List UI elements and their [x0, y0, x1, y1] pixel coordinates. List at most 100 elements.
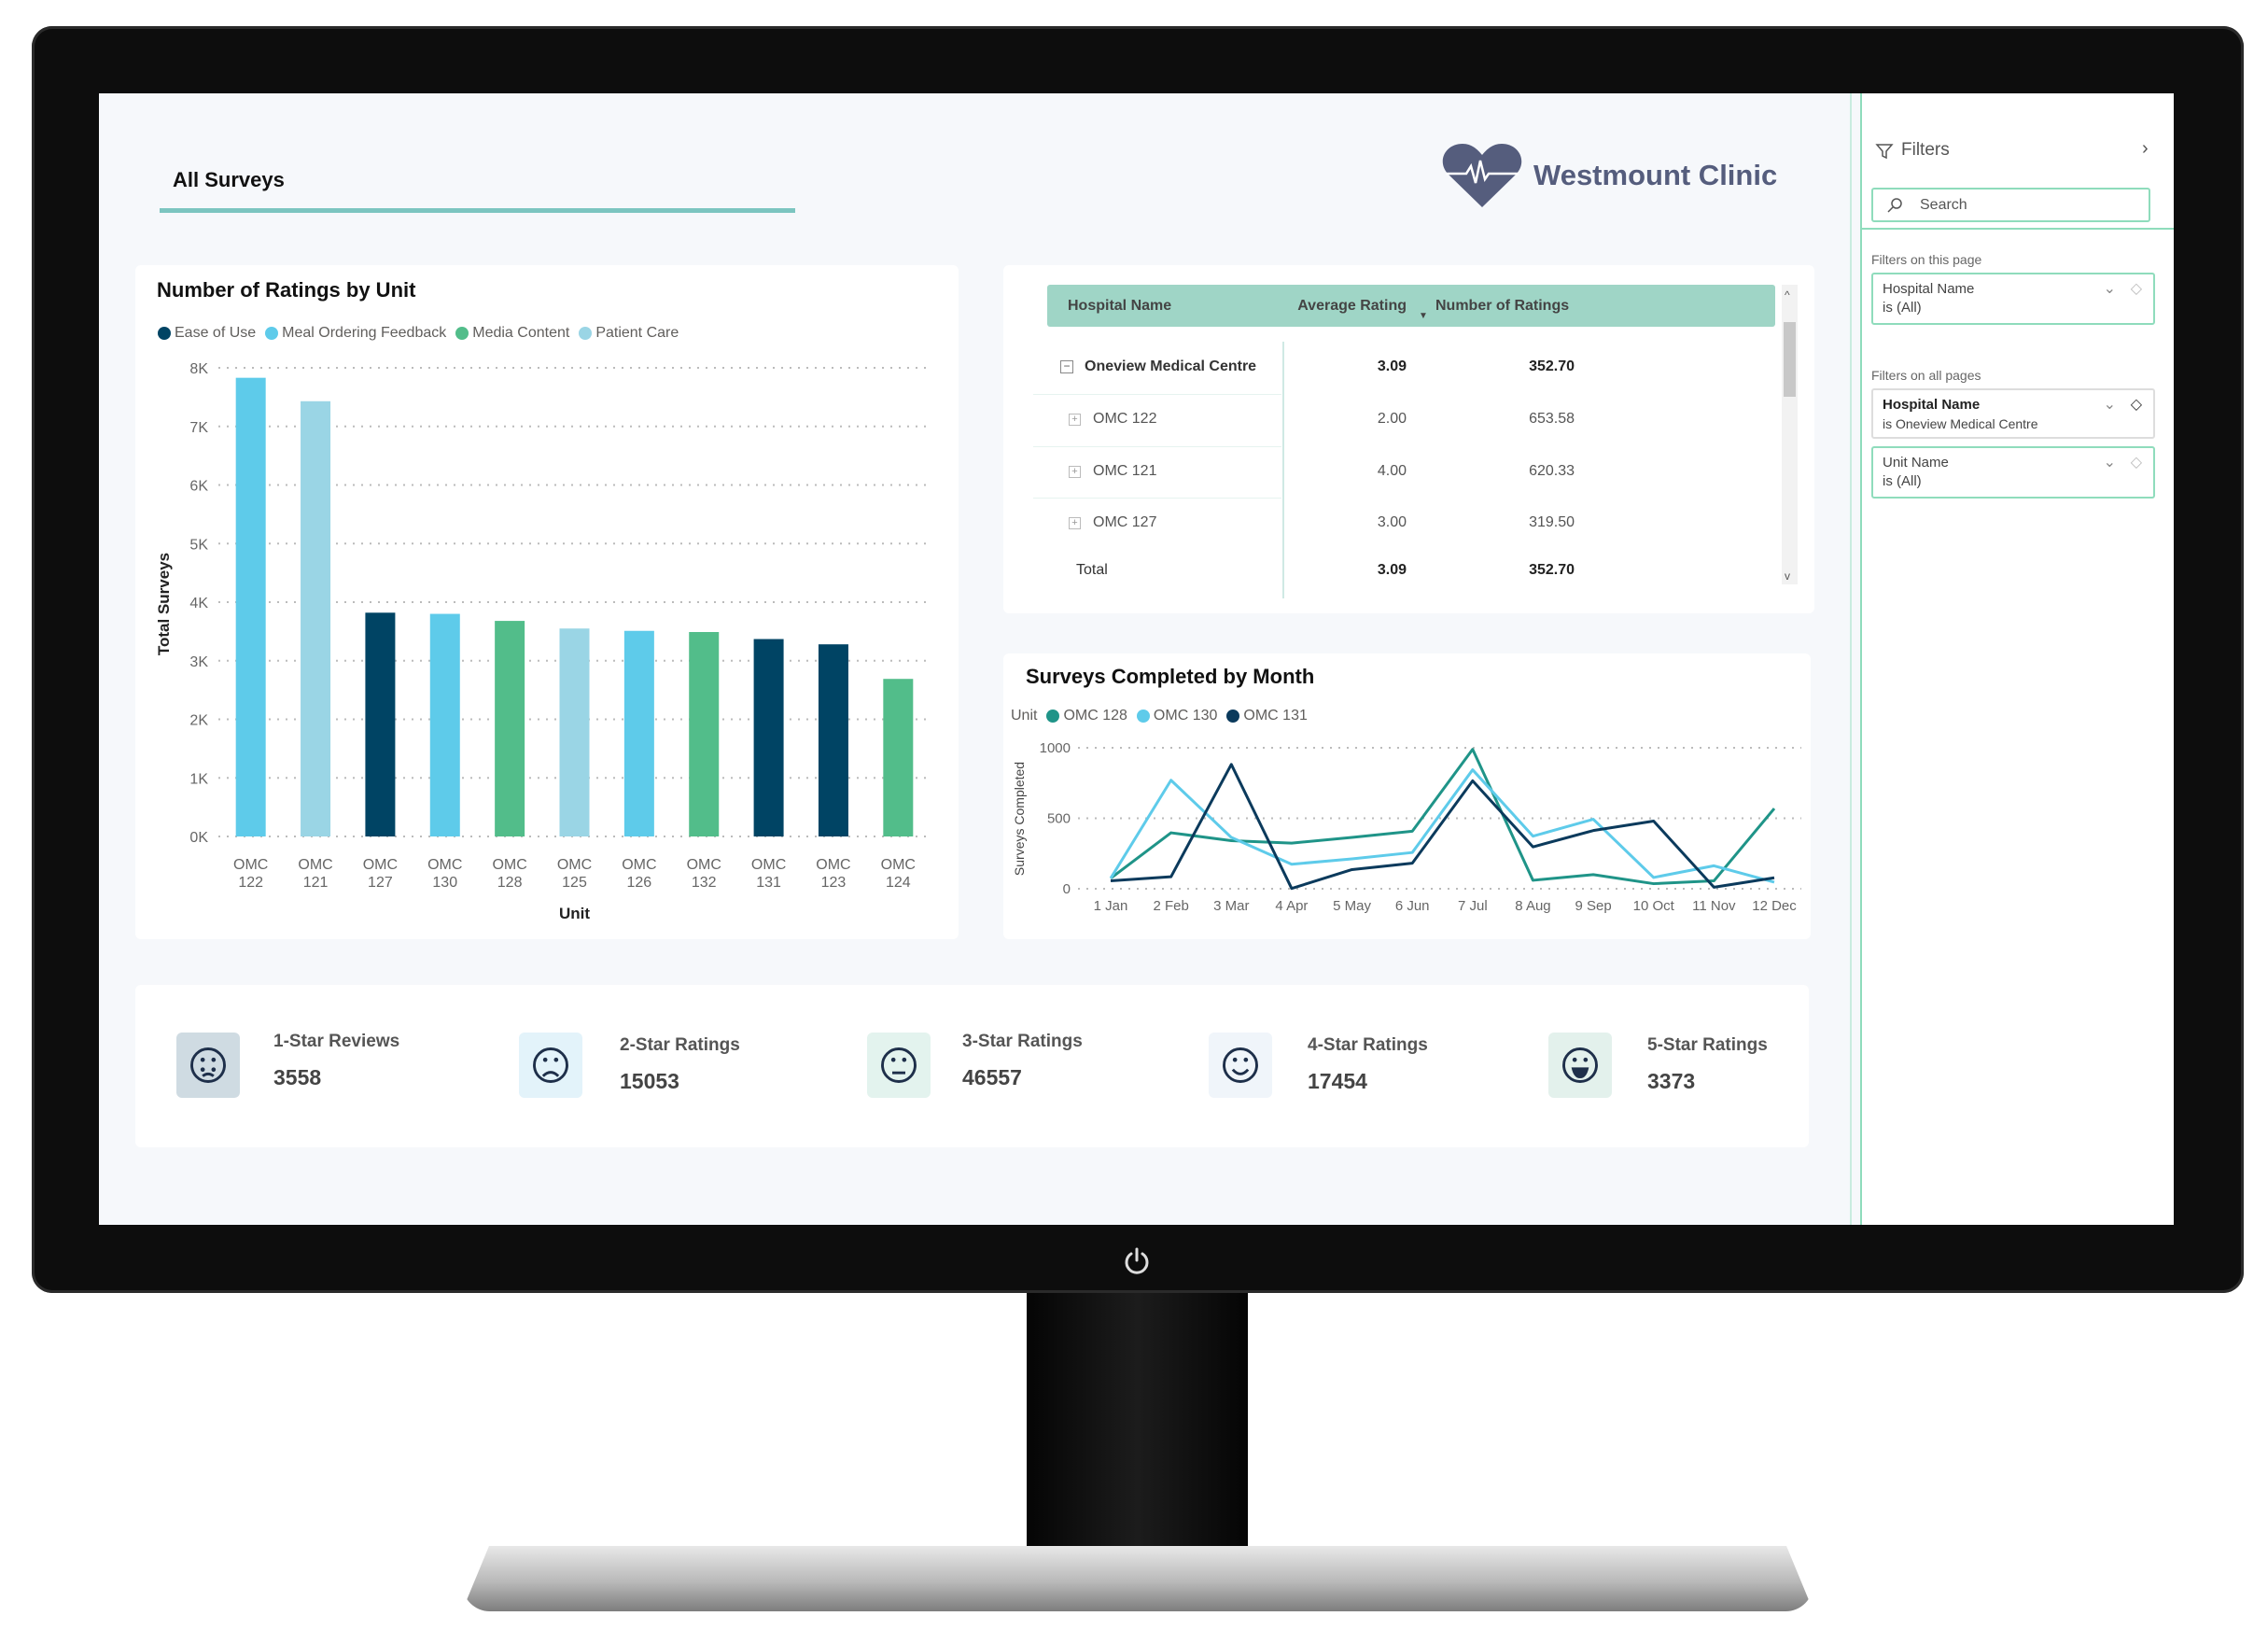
- bar-omc-127: [365, 612, 396, 836]
- row-name: Oneview Medical Centre: [1085, 358, 1257, 374]
- bar-omc-125: [559, 628, 590, 836]
- y-axis-title: Surveys Completed: [1012, 762, 1027, 876]
- kpi-label: 5-Star Ratings: [1647, 1035, 1768, 1055]
- y-tick-label: 1000: [1040, 740, 1071, 756]
- row-divider: [1033, 498, 1281, 499]
- bar-omc-121: [301, 400, 331, 836]
- row-divider: [1033, 446, 1281, 447]
- kpi-value: 3373: [1647, 1069, 1696, 1093]
- row-number-of-ratings: 352.70: [1529, 562, 1575, 578]
- x-tick-label: 1 Jan: [1094, 898, 1128, 914]
- x-axis-title: Unit: [559, 905, 590, 922]
- x-tick-label: 9 Sep: [1575, 898, 1611, 914]
- bar-chart: 0K 1K 2K 3K 4K 5K 6K 7K 8K OMC 122 OMC 121 OMC 127 OMC 1…: [155, 361, 931, 922]
- search-placeholder: Search: [1920, 197, 1967, 213]
- x-tick-label: 3 Mar: [1213, 898, 1249, 914]
- monitor-stand-neck: [1027, 1293, 1248, 1550]
- y-axis-title: Total Surveys: [155, 553, 173, 655]
- filters-title: Filters: [1901, 140, 1950, 160]
- x-tick-label: 12 Dec: [1752, 898, 1797, 914]
- row-name: OMC 121: [1093, 463, 1157, 479]
- scrollbar-thumb[interactable]: [1784, 322, 1796, 397]
- kpi-value: 17454: [1308, 1069, 1367, 1093]
- expand-chevron-icon[interactable]: ⌄: [2104, 454, 2116, 472]
- collapse-icon[interactable]: −: [1060, 360, 1073, 373]
- row-name: Total: [1076, 562, 1108, 578]
- x-tick-label: 8 Aug: [1515, 898, 1550, 914]
- power-icon[interactable]: [1123, 1247, 1151, 1275]
- bar-omc-126: [623, 630, 654, 836]
- eraser-icon[interactable]: ◇: [2131, 454, 2142, 472]
- filter-card-hospital-name[interactable]: Hospital Name is (All) ⌄ ◇: [1871, 273, 2155, 325]
- x-tick-label: OMC 128: [492, 857, 526, 891]
- y-tick-label: 0K: [189, 830, 208, 846]
- bar-omc-128: [495, 621, 525, 836]
- bar-omc-124: [883, 679, 914, 836]
- kpi-label: 2-Star Ratings: [620, 1035, 740, 1055]
- crying-face-icon: [176, 1033, 240, 1098]
- collapse-pane-chevron-icon[interactable]: ›: [2142, 138, 2149, 160]
- y-tick-label: 6K: [189, 479, 208, 495]
- scroll-up-icon[interactable]: ^: [1785, 288, 1790, 302]
- y-tick-label: 4K: [189, 596, 208, 611]
- frown-face-icon: [519, 1033, 582, 1098]
- y-tick-label: 500: [1047, 811, 1071, 827]
- bar-omc-122: [235, 377, 266, 836]
- x-tick-label: OMC 127: [363, 857, 398, 891]
- row-average-rating: 4.00: [1377, 463, 1407, 479]
- x-tick-label: OMC 124: [881, 857, 916, 891]
- header-number-of-ratings[interactable]: Number of Ratings: [1435, 298, 1569, 315]
- row-name: OMC 122: [1093, 411, 1157, 427]
- header-average-rating[interactable]: Average Rating: [1297, 298, 1407, 315]
- x-tick-label: 6 Jun: [1395, 898, 1430, 914]
- header-hospital-name[interactable]: Hospital Name: [1068, 298, 1171, 315]
- x-tick-label: OMC 132: [687, 857, 721, 891]
- bar-chart-card: Number of Ratings by Unit Ease of Use Me…: [135, 265, 959, 939]
- filter-icon: [1875, 144, 1894, 160]
- row-number-of-ratings: 319.50: [1529, 514, 1575, 530]
- x-tick-label: 11 Nov: [1692, 898, 1736, 914]
- expand-icon[interactable]: +: [1069, 414, 1081, 426]
- dashboard-screen: All Surveys Westmount Clinic Number of R…: [99, 93, 2174, 1225]
- filter-value: is Oneview Medical Centre: [1883, 416, 2038, 431]
- bar-omc-123: [818, 644, 848, 836]
- y-tick-label: 0: [1063, 881, 1071, 897]
- eraser-icon[interactable]: ◇: [2131, 396, 2142, 415]
- heart-pulse-icon: [1442, 144, 1522, 207]
- line-chart-card: Surveys Completed by Month Unit OMC 128 …: [1003, 653, 1811, 939]
- table-header: Hospital Name Average Rating ▼ Number of…: [1047, 285, 1775, 327]
- title-underline: [160, 208, 795, 213]
- expand-chevron-icon[interactable]: ⌄: [2104, 396, 2116, 415]
- y-tick-label: 8K: [189, 361, 208, 377]
- x-tick-label: 4 Apr: [1275, 898, 1308, 914]
- x-tick-label: 5 May: [1333, 898, 1371, 914]
- x-tick-label: OMC 130: [427, 857, 462, 891]
- scroll-down-icon[interactable]: v: [1785, 569, 1790, 583]
- x-tick-label: OMC 125: [557, 857, 592, 891]
- expand-icon[interactable]: +: [1069, 517, 1081, 529]
- row-number-of-ratings: 352.70: [1529, 358, 1575, 374]
- column-divider: [1282, 342, 1284, 598]
- filter-search-input[interactable]: Search: [1871, 188, 2150, 222]
- row-average-rating: 2.00: [1377, 411, 1407, 427]
- line-chart: 0 500 1000 1 Jan 2 Feb 3 Mar 4 Apr 5 May 6 Jun 7 …: [1012, 740, 1801, 914]
- y-tick-label: 2K: [189, 713, 208, 729]
- logo-text: Westmount Clinic: [1533, 159, 1778, 191]
- line-omc-130: [1109, 768, 1775, 884]
- filters-pane: Filters › Search Filters on this page Ho…: [1860, 93, 2174, 1225]
- page-title: All Surveys: [173, 168, 285, 191]
- filter-card-hospital-name-all[interactable]: Hospital Name is Oneview Medical Centre …: [1871, 388, 2155, 439]
- x-tick-label: OMC 131: [751, 857, 786, 891]
- y-tick-label: 7K: [189, 420, 208, 436]
- x-tick-label: 2 Feb: [1153, 898, 1188, 914]
- search-divider: [1862, 228, 2174, 230]
- table-scrollbar[interactable]: ^ v: [1782, 285, 1798, 584]
- expand-chevron-icon[interactable]: ⌄: [2104, 280, 2116, 299]
- pane-divider: [1850, 93, 1852, 1225]
- laughing-face-icon: [1548, 1033, 1612, 1098]
- filter-card-unit-name[interactable]: Unit Name is (All) ⌄ ◇: [1871, 446, 2155, 499]
- x-tick-label: OMC 123: [816, 857, 850, 891]
- expand-icon[interactable]: +: [1069, 466, 1081, 478]
- filter-value: is (All): [1883, 300, 1922, 316]
- eraser-icon[interactable]: ◇: [2131, 280, 2142, 299]
